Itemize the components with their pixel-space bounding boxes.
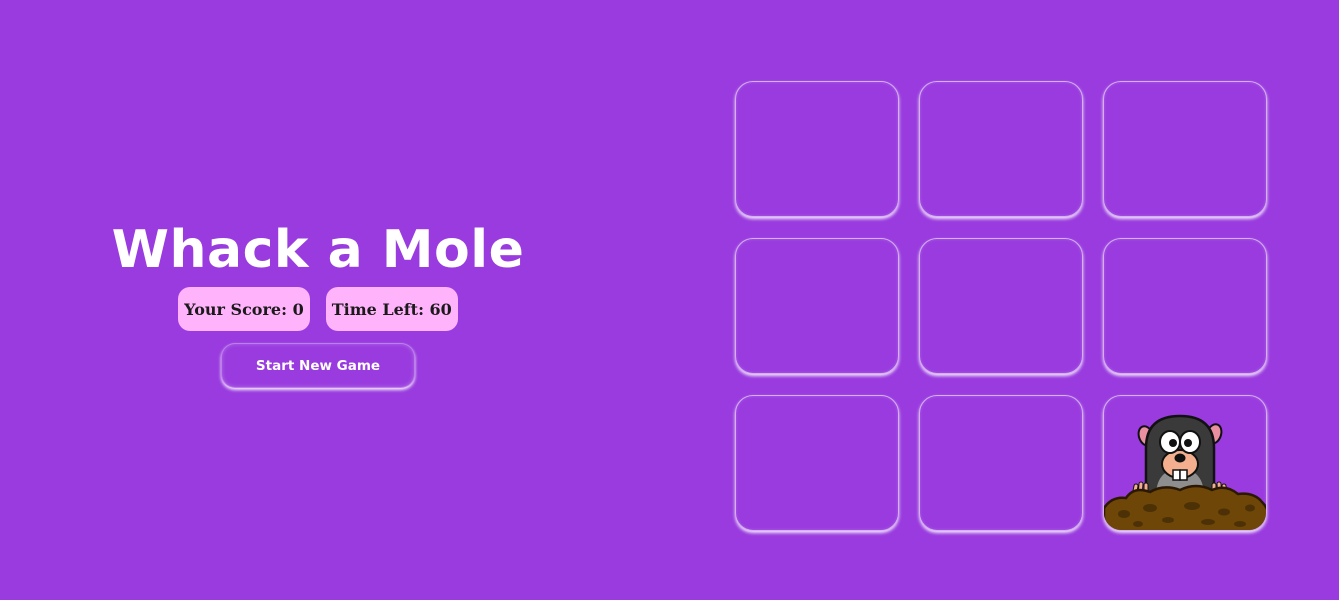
hole-3[interactable] <box>1103 81 1267 217</box>
game-page: Whack a Mole Your Score: 0 Time Left: 60… <box>0 0 1339 600</box>
hole-2[interactable] <box>919 81 1083 217</box>
hole-8[interactable] <box>919 395 1083 531</box>
hole-6[interactable] <box>1103 238 1267 374</box>
hole-4[interactable] <box>735 238 899 374</box>
hole-7[interactable] <box>735 395 899 531</box>
hole-9[interactable] <box>1103 395 1267 531</box>
hole-1[interactable] <box>735 81 899 217</box>
start-new-game-button[interactable]: Start New Game <box>221 343 415 388</box>
score-display: Your Score: 0 <box>178 287 310 331</box>
mole-board <box>735 81 1267 531</box>
mole-icon[interactable] <box>1104 396 1267 531</box>
game-title: Whack a Mole <box>111 220 525 280</box>
game-info-panel: Whack a Mole Your Score: 0 Time Left: 60… <box>0 0 636 600</box>
hole-5[interactable] <box>919 238 1083 374</box>
time-left-display: Time Left: 60 <box>325 287 458 331</box>
stats-row: Your Score: 0 Time Left: 60 <box>0 287 636 331</box>
